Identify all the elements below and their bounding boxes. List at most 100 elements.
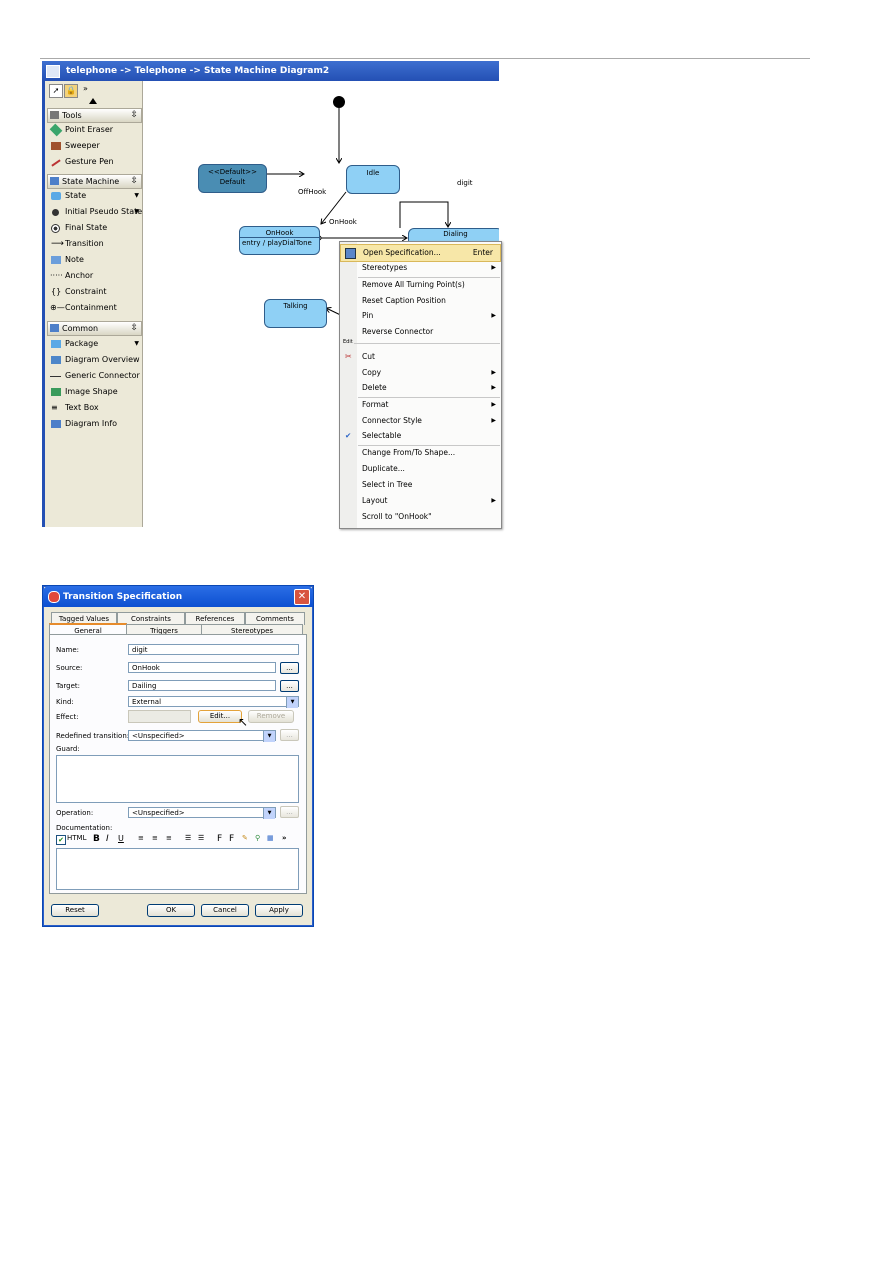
menu-item-select-in-tree[interactable]: Select in Tree (340, 477, 501, 493)
chevron-down-icon[interactable]: ▼ (263, 808, 275, 819)
ok-button[interactable]: OK (147, 904, 195, 917)
target-field[interactable]: Dailing (128, 680, 276, 691)
menu-item-copy[interactable]: Copy ▶ (340, 365, 501, 381)
font-icon[interactable]: F (217, 834, 222, 844)
more-icon[interactable]: » (282, 834, 287, 842)
palette-item-diagram-overview[interactable]: Diagram Overview (49, 353, 141, 367)
menu-item-remove-turning-points[interactable]: Remove All Turning Point(s) (340, 277, 501, 293)
expand-icon[interactable]: » (83, 84, 88, 93)
source-browse-button[interactable]: ... (280, 662, 299, 674)
documentation-label: Documentation: (56, 824, 113, 832)
chevron-down-icon[interactable]: ▼ (263, 731, 275, 742)
palette-item-anchor[interactable]: ····· Anchor (49, 269, 141, 283)
section-toggle-icon[interactable]: ⇳ (130, 322, 138, 335)
palette-item-containment[interactable]: ⊕— Containment (49, 301, 141, 315)
image-icon (51, 388, 61, 396)
bold-icon[interactable]: B (93, 834, 100, 844)
menu-item-change-from-to-shape[interactable]: Change From/To Shape... (340, 445, 501, 461)
menu-item-selectable[interactable]: ✔ Selectable (340, 428, 501, 444)
menu-item-reverse-connector[interactable]: Reverse Connector (340, 324, 501, 340)
idle-state[interactable]: Idle (346, 165, 400, 194)
default-state[interactable]: <<Default>> Default (198, 164, 267, 193)
menu-item-format[interactable]: Format ▶ (340, 397, 501, 413)
palette-item-note[interactable]: Note (49, 253, 141, 267)
redefined-transition-select[interactable]: <Unspecified> ▼ (128, 730, 276, 742)
palette-item-diagram-info[interactable]: Diagram Info (49, 417, 141, 431)
html-checkbox[interactable]: ✔ (56, 835, 66, 845)
align-center-icon[interactable]: ≡ (152, 834, 158, 842)
apply-button[interactable]: Apply (255, 904, 303, 917)
align-right-icon[interactable]: ≡ (166, 834, 172, 842)
link-icon[interactable]: ⚲ (255, 834, 260, 842)
close-icon[interactable]: ✕ (294, 589, 310, 605)
operation-browse-button[interactable]: ... (280, 806, 299, 818)
palette-item-generic-connector[interactable]: Generic Connector (49, 369, 141, 383)
talking-state[interactable]: Talking (264, 299, 327, 328)
menu-item-duplicate[interactable]: Duplicate... (340, 461, 501, 477)
palette-item-image-shape[interactable]: Image Shape (49, 385, 141, 399)
bullet-list-icon[interactable]: ☰ (198, 834, 204, 842)
selector-icon[interactable]: ➚ (49, 84, 63, 98)
name-field[interactable]: digit (128, 644, 299, 655)
menu-item-layout[interactable]: Layout ▶ (340, 493, 501, 509)
menu-item-delete[interactable]: Delete ▶ (340, 380, 501, 396)
italic-icon[interactable]: I (106, 834, 109, 844)
reset-button[interactable]: Reset (51, 904, 99, 917)
operation-select[interactable]: <Unspecified> ▼ (128, 807, 276, 819)
palette-item-transition[interactable]: ⟶ Transition (49, 237, 141, 251)
palette-item-gesture-pen[interactable]: Gesture Pen (49, 155, 141, 169)
align-left-icon[interactable]: ≡ (138, 834, 144, 842)
section-toggle-icon[interactable]: ⇳ (130, 109, 138, 122)
numbered-list-icon[interactable]: ☰ (185, 834, 191, 842)
palette-item-constraint[interactable]: {} Constraint (49, 285, 141, 299)
source-field[interactable]: OnHook (128, 662, 276, 673)
palette-item-sweeper[interactable]: Sweeper (49, 139, 141, 153)
initial-state-node[interactable] (333, 96, 345, 108)
palette-item-package[interactable]: Package ▼ (49, 337, 141, 351)
dialing-state[interactable]: Dialing (408, 228, 499, 242)
font-size-icon[interactable]: F (229, 834, 234, 844)
table-icon[interactable]: ▦ (267, 834, 274, 842)
target-browse-button[interactable]: ... (280, 680, 299, 692)
menu-item-pin[interactable]: Pin ▶ (340, 308, 501, 324)
menu-item-scroll-to[interactable]: Scroll to "OnHook" (340, 509, 501, 525)
menu-item-connector-style[interactable]: Connector Style ▶ (340, 413, 501, 429)
remove-button[interactable]: Remove (248, 710, 294, 723)
edit-button[interactable]: Edit... (198, 710, 242, 723)
palette-section-state-machine[interactable]: State Machine ⇳ (47, 174, 142, 189)
palette-item-final-state[interactable]: Final State (49, 221, 141, 235)
palette-item-state[interactable]: State ▼ (49, 189, 141, 203)
section-toggle-icon[interactable]: ⇳ (130, 175, 138, 188)
palette-item-initial-pseudo-state[interactable]: Initial Pseudo State ▼ (49, 205, 142, 219)
pen-icon (51, 159, 61, 167)
palette-section-tools[interactable]: Tools ⇳ (47, 108, 142, 123)
dropdown-arrow-icon[interactable]: ▼ (134, 205, 139, 219)
dropdown-arrow-icon[interactable]: ▼ (134, 337, 139, 351)
lock-icon[interactable]: 🔒 (64, 84, 78, 98)
cancel-button[interactable]: Cancel (201, 904, 249, 917)
highlight-icon[interactable]: ✎ (242, 834, 248, 842)
general-panel: Name: digit Source: OnHook ... Target: D… (49, 634, 307, 894)
submenu-arrow-icon: ▶ (491, 384, 496, 391)
digit-self-label: digit (457, 179, 473, 187)
onhook-state[interactable]: OnHook entry / playDialTone (239, 226, 320, 255)
common-icon (50, 324, 59, 332)
menu-item-cut[interactable]: ✂ Cut (340, 349, 501, 365)
palette-item-point-eraser[interactable]: Point Eraser (49, 123, 141, 137)
dropdown-arrow-icon[interactable]: ▼ (134, 189, 139, 203)
palette-item-text-box[interactable]: ≡ Text Box (49, 401, 141, 415)
menu-item-stereotypes[interactable]: Stereotypes ▶ (340, 260, 501, 276)
submenu-arrow-icon: ▶ (491, 369, 496, 376)
redefined-browse-button[interactable]: ... (280, 729, 299, 741)
documentation-textarea[interactable] (56, 848, 299, 890)
menu-item-reset-caption-position[interactable]: Reset Caption Position (340, 293, 501, 309)
kind-select[interactable]: External ▼ (128, 696, 299, 708)
text-box-icon: ≡ (51, 403, 58, 412)
package-icon (51, 340, 61, 348)
guard-textarea[interactable] (56, 755, 299, 803)
chevron-down-icon[interactable]: ▼ (286, 697, 298, 708)
digit-self-transition[interactable] (399, 201, 448, 228)
underline-icon[interactable]: U (118, 834, 124, 843)
collapse-arrow-icon[interactable] (89, 98, 97, 104)
palette-section-common[interactable]: Common ⇳ (47, 321, 142, 336)
